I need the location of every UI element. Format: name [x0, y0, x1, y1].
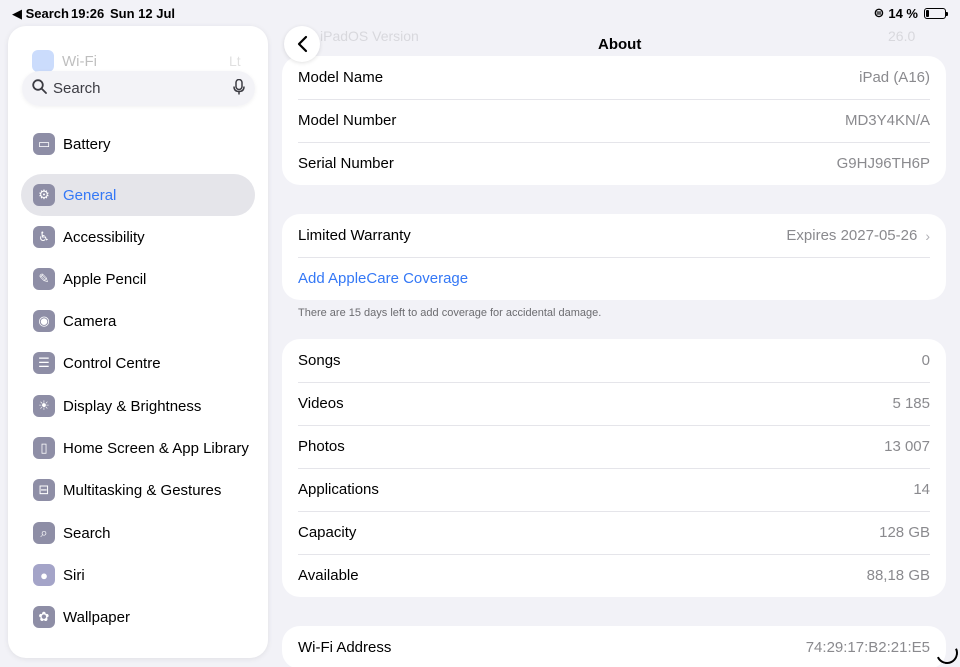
row-value: 14 — [913, 481, 930, 498]
row-label: Limited Warranty — [298, 227, 411, 244]
sidebar-item-label: Home Screen & App Library — [63, 439, 249, 457]
row-label: Capacity — [298, 524, 357, 541]
sidebar-item-multitasking[interactable]: ⊟ Multitasking & Gestures — [21, 469, 255, 511]
pencil-icon: ✎ — [33, 268, 55, 290]
row-value: 0 — [921, 352, 930, 369]
ghost-row-label: iPadOS Version — [320, 28, 419, 44]
status-date: Sun 12 Jul — [110, 6, 176, 21]
sidebar-item-battery[interactable]: ▭ Battery — [21, 123, 255, 165]
sidebar-item-label: Siri — [63, 566, 85, 584]
toggles-icon: ☰ — [33, 352, 55, 374]
sidebar-item-label: Camera — [63, 312, 117, 330]
sidebar-search-field[interactable]: Search — [22, 71, 255, 106]
row-label: Available — [298, 567, 359, 584]
link-icon: ⊜ — [873, 5, 885, 20]
row-label: Applications — [298, 481, 379, 498]
row-value: G9HJ96TH6P — [836, 155, 930, 172]
row-model-number: Model Number MD3Y4KN/A — [282, 99, 946, 142]
sidebar-item-display-brightness[interactable]: ☀ Display & Brightness — [21, 385, 255, 427]
chevron-left-icon — [297, 35, 308, 53]
wifi-icon — [32, 50, 54, 72]
ghost-row-value: 26.0 — [888, 28, 916, 44]
sun-icon: ☀ — [33, 395, 55, 417]
status-bar: ◀ Search 19:26 Sun 12 Jul ⊜ 14 % — [0, 0, 960, 26]
sidebar-item-label: Search — [63, 524, 111, 542]
warranty-group: Limited Warranty Expires 2027-05-26 › Ad… — [282, 214, 946, 300]
sidebar-item-accessibility[interactable]: ♿ Accessibility — [21, 216, 255, 258]
sidebar-item-search[interactable]: ⌕ Search — [21, 512, 255, 554]
warranty-note: There are 15 days left to add coverage f… — [298, 307, 602, 319]
microphone-icon[interactable] — [233, 78, 245, 99]
multitask-icon: ⊟ — [33, 479, 55, 501]
row-value: 13 007 — [884, 438, 930, 455]
sidebar-item-general[interactable]: ⚙ General — [21, 174, 255, 216]
row-applications: Applications 14 — [282, 468, 946, 511]
row-songs: Songs 0 — [282, 339, 946, 382]
row-value: 88,18 GB — [866, 567, 930, 584]
sidebar-item-control-centre[interactable]: ☰ Control Centre — [21, 342, 255, 384]
link-label: Add AppleCare Coverage — [298, 270, 469, 287]
back-button[interactable] — [284, 26, 320, 62]
row-label: Model Name — [298, 69, 384, 86]
status-time: 19:26 — [71, 6, 105, 21]
row-label: Serial Number — [298, 155, 394, 172]
row-label: Wi-Fi Address — [298, 639, 392, 656]
status-right: ⊜ 14 % — [873, 5, 948, 21]
sidebar-item-wallpaper[interactable]: ✿ Wallpaper — [21, 596, 255, 638]
sidebar-item-label: Wi-Fi — [62, 52, 97, 70]
siri-icon: ● — [33, 564, 55, 586]
search-icon — [32, 79, 47, 98]
media-storage-group: Songs 0 Videos 5 185 Photos 13 007 Appli… — [282, 339, 946, 597]
chevron-right-icon: › — [925, 227, 930, 244]
device-info-group: Model Name iPad (A16) Model Number MD3Y4… — [282, 56, 946, 185]
battery-icon: ▭ — [33, 133, 55, 155]
accessibility-icon: ♿ — [33, 226, 55, 248]
page-title: About — [598, 36, 642, 53]
row-value: 128 GB — [879, 524, 930, 541]
sidebar-item-siri[interactable]: ● Siri — [21, 554, 255, 596]
row-label: Songs — [298, 352, 341, 369]
sidebar-item-label: Multitasking & Gestures — [63, 481, 222, 499]
row-videos: Videos 5 185 — [282, 382, 946, 425]
row-available: Available 88,18 GB — [282, 554, 946, 597]
sidebar-item-label: Apple Pencil — [63, 270, 147, 288]
row-model-name: Model Name iPad (A16) — [282, 56, 946, 99]
sidebar-item-label: Accessibility — [63, 228, 145, 246]
sidebar-item-label: Control Centre — [63, 354, 161, 372]
row-capacity: Capacity 128 GB — [282, 511, 946, 554]
row-photos: Photos 13 007 — [282, 425, 946, 468]
sidebar-item-home-screen[interactable]: ▯ Home Screen & App Library — [21, 427, 255, 469]
add-applecare-link[interactable]: Add AppleCare Coverage — [282, 257, 946, 300]
sidebar-item-label: Wallpaper — [63, 608, 130, 626]
sidebar-item-camera[interactable]: ◉ Camera — [21, 300, 255, 342]
row-wifi-address: Wi-Fi Address 74:29:17:B2:21:E5 — [282, 626, 946, 667]
row-value: Expires 2027-05-26 — [786, 227, 918, 244]
row-label: Model Number — [298, 112, 397, 129]
battery-status-icon — [924, 7, 948, 19]
sidebar-item-apple-pencil[interactable]: ✎ Apple Pencil — [21, 258, 255, 300]
sidebar-item-wifi[interactable]: Wi-Fi Lt — [32, 50, 241, 72]
sidebar-item-label: General — [63, 186, 117, 204]
camera-icon: ◉ — [33, 310, 55, 332]
row-value: 74:29:17:B2:21:E5 — [805, 639, 930, 656]
sidebar-item-label: Display & Brightness — [63, 397, 202, 415]
battery-percent: 14 % — [888, 5, 918, 21]
flower-icon: ✿ — [33, 606, 55, 628]
back-to-search-link[interactable]: ◀ Search — [12, 6, 69, 22]
network-group: Wi-Fi Address 74:29:17:B2:21:E5 — [282, 626, 946, 667]
row-label: Photos — [298, 438, 345, 455]
row-limited-warranty[interactable]: Limited Warranty Expires 2027-05-26 › — [282, 214, 946, 257]
sidebar-item-value: Lt — [229, 53, 241, 69]
row-label: Videos — [298, 395, 344, 412]
search-placeholder: Search — [53, 80, 101, 97]
row-value: iPad (A16) — [859, 69, 930, 86]
row-serial-number: Serial Number G9HJ96TH6P — [282, 142, 946, 185]
row-value: 5 185 — [892, 395, 930, 412]
sidebar: Wi-Fi Lt Search ▭ Battery ⚙ General ♿ Ac… — [8, 26, 268, 658]
phone-icon: ▯ — [33, 437, 55, 459]
row-value: MD3Y4KN/A — [844, 112, 930, 129]
gear-icon: ⚙ — [33, 184, 55, 206]
search-icon: ⌕ — [33, 522, 55, 544]
sidebar-item-label: Battery — [63, 135, 111, 153]
